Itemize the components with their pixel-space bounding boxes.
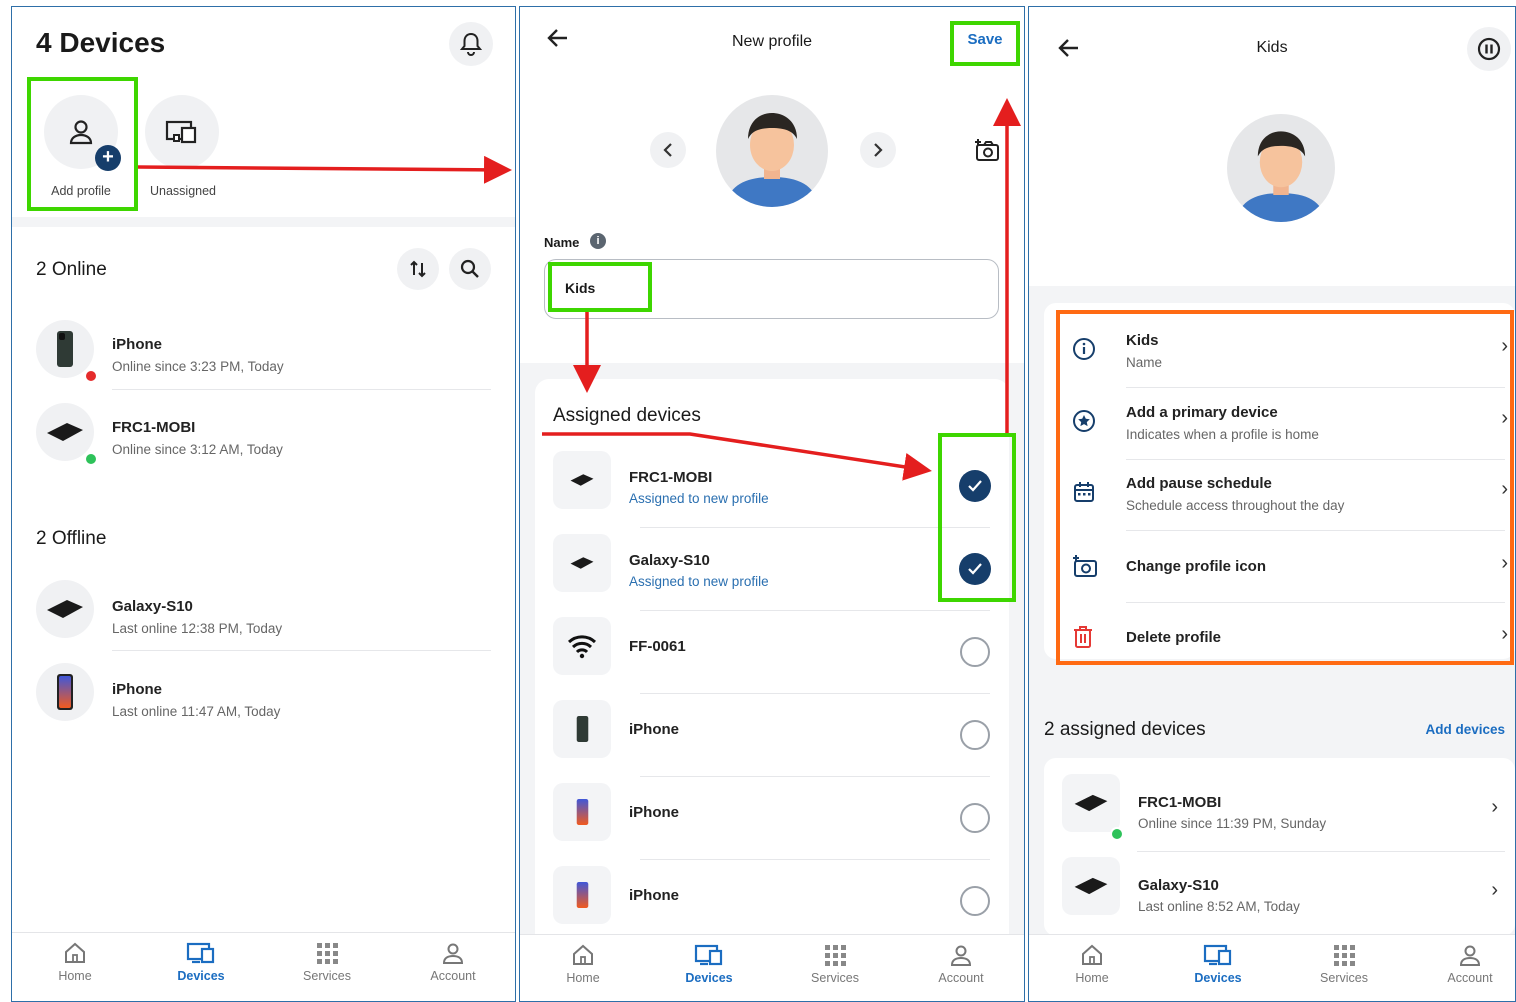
arrow-to-checkboxes bbox=[542, 432, 932, 481]
arrow-to-new-profile bbox=[137, 155, 512, 184]
annotation-arrows bbox=[137, 98, 1021, 481]
